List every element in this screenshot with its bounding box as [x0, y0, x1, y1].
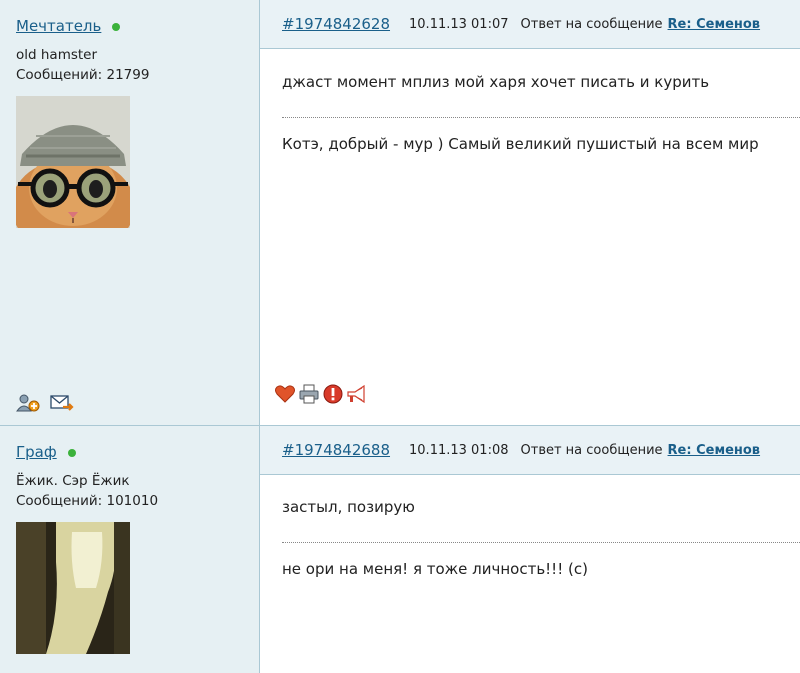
post-date: 10.11.13 01:07: [409, 16, 509, 32]
megaphone-icon[interactable]: [346, 383, 368, 405]
send-message-icon[interactable]: [50, 393, 74, 413]
print-icon[interactable]: [298, 383, 320, 405]
post-header: #1974842688 10.11.13 01:08 Ответ на сооб…: [260, 426, 800, 475]
user-info-panel: Мечтатель old hamster Сообщений: 21799: [0, 0, 260, 425]
post-message: застыл, позирую: [282, 498, 415, 516]
username-link[interactable]: Мечтатель: [16, 17, 101, 35]
username-row: Мечтатель: [16, 17, 121, 35]
report-icon[interactable]: [322, 383, 344, 405]
signature-divider: [282, 542, 800, 543]
forum-post: Мечтатель old hamster Сообщений: 21799 #…: [0, 0, 800, 425]
user-actions: [16, 393, 74, 413]
post-id-link[interactable]: #1974842628: [282, 15, 390, 33]
avatar: [16, 522, 130, 654]
signature-divider: [282, 117, 800, 118]
post-id-link[interactable]: #1974842688: [282, 441, 390, 459]
post-content: #1974842628 10.11.13 01:07 Ответ на сооб…: [260, 0, 800, 425]
post-header: #1974842628 10.11.13 01:07 Ответ на сооб…: [260, 0, 800, 49]
user-post-count: Сообщений: 21799: [16, 67, 150, 83]
user-title: old hamster: [16, 47, 98, 63]
reply-label: Ответ на сообщение: [520, 442, 663, 458]
thread-link[interactable]: Re: Семенов: [668, 17, 761, 32]
post-actions: [274, 383, 368, 405]
post-date: 10.11.13 01:08: [409, 442, 509, 458]
thread-link[interactable]: Re: Семенов: [668, 443, 761, 458]
user-info-panel: Граф Ёжик. Сэр Ёжик Сообщений: 101010: [0, 426, 260, 673]
post-signature: не ори на меня! я тоже личность!!! (с): [282, 560, 588, 578]
username-row: Граф: [16, 443, 76, 461]
post-content: #1974842688 10.11.13 01:08 Ответ на сооб…: [260, 426, 800, 673]
avatar: [16, 96, 130, 228]
user-title: Ёжик. Сэр Ёжик: [16, 473, 130, 489]
heart-icon[interactable]: [274, 383, 296, 405]
add-friend-icon[interactable]: [16, 393, 40, 413]
user-post-count: Сообщений: 101010: [16, 493, 159, 509]
online-status-icon: [67, 449, 76, 457]
post-signature: Котэ, добрый - мур ) Самый великий пушис…: [282, 135, 759, 153]
username-link[interactable]: Граф: [16, 443, 57, 461]
post-message: джаст момент мплиз мой харя хочет писать…: [282, 73, 710, 91]
online-status-icon: [112, 23, 121, 31]
forum-post: Граф Ёжик. Сэр Ёжик Сообщений: 101010 #1…: [0, 425, 800, 673]
reply-label: Ответ на сообщение: [520, 16, 663, 32]
